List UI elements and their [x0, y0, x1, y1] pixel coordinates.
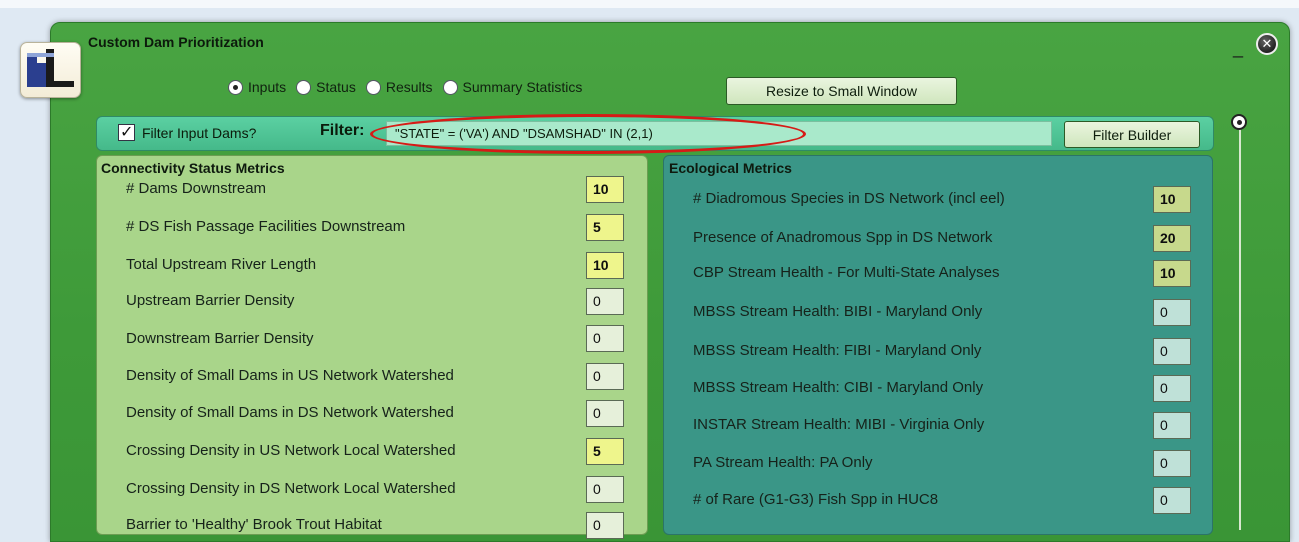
metric-label: # DS Fish Passage Facilities Downstream [126, 218, 406, 235]
metric-value-field[interactable]: 5 [586, 214, 624, 241]
filter-label: Filter: [320, 122, 365, 139]
background-strip [0, 0, 1299, 8]
minimize-icon[interactable]: _ [1231, 39, 1245, 58]
metric-label: Presence of Anadromous Spp in DS Network [693, 229, 993, 246]
metric-value-field[interactable]: 10 [586, 252, 624, 279]
metric-value-field[interactable]: 0 [1153, 487, 1191, 514]
metric-label: INSTAR Stream Health: MIBI - Virginia On… [693, 416, 985, 433]
metric-label: PA Stream Health: PA Only [693, 454, 873, 471]
ecological-panel-title: Ecological Metrics [669, 160, 792, 176]
radio-summary-statistics-label: Summary Statistics [462, 79, 583, 95]
metric-label: # Diadromous Species in DS Network (incl… [693, 190, 1005, 207]
metric-label: Crossing Density in DS Network Local Wat… [126, 480, 456, 497]
scrollbar-track[interactable] [1239, 120, 1241, 530]
metric-label: Total Upstream River Length [126, 256, 317, 273]
connectivity-panel-title: Connectivity Status Metrics [101, 160, 285, 176]
radio-status[interactable]: Status [296, 79, 356, 95]
radio-results-label: Results [385, 79, 433, 95]
metric-label: MBSS Stream Health: FIBI - Maryland Only [693, 342, 982, 359]
metric-value-field[interactable]: 0 [586, 476, 624, 503]
metric-value-field[interactable]: 0 [1153, 412, 1191, 439]
metric-label: Upstream Barrier Density [126, 292, 295, 309]
metric-value-field[interactable]: 10 [1153, 186, 1191, 213]
resize-to-small-window-button[interactable]: Resize to Small Window [726, 77, 957, 105]
metric-label: Density of Small Dams in US Network Wate… [126, 367, 454, 384]
radio-results[interactable]: Results [365, 79, 433, 95]
metric-value-field[interactable]: 10 [1153, 260, 1191, 287]
metric-label: # Dams Downstream [126, 180, 267, 197]
metric-value-field[interactable]: 0 [586, 512, 624, 539]
metric-label: Crossing Density in US Network Local Wat… [126, 442, 456, 459]
metric-label: CBP Stream Health - For Multi-State Anal… [693, 264, 1000, 281]
radio-button-icon[interactable] [296, 79, 312, 95]
annotation-ellipse [370, 114, 806, 154]
radio-button-icon[interactable] [228, 79, 243, 95]
app-logo-icon [20, 42, 81, 98]
metric-value-field[interactable]: 0 [586, 325, 624, 352]
metric-label: # of Rare (G1-G3) Fish Spp in HUC8 [693, 491, 939, 508]
metric-value-field[interactable]: 0 [1153, 375, 1191, 402]
metric-label: Density of Small Dams in DS Network Wate… [126, 404, 454, 421]
filter-builder-button[interactable]: Filter Builder [1064, 121, 1200, 148]
view-radio-group: Inputs Status Results Summary Statistics [228, 79, 592, 95]
close-icon[interactable]: ✕ [1256, 33, 1278, 55]
radio-inputs[interactable]: Inputs [228, 79, 286, 95]
metric-value-field[interactable]: 0 [586, 288, 624, 315]
filter-input-dams-label: Filter Input Dams? [142, 125, 257, 141]
radio-summary-statistics[interactable]: Summary Statistics [442, 79, 583, 95]
scrollbar-thumb[interactable] [1231, 114, 1247, 130]
metric-value-field[interactable]: 20 [1153, 225, 1191, 252]
metric-value-field[interactable]: 0 [1153, 450, 1191, 477]
metric-value-field[interactable]: 0 [1153, 299, 1191, 326]
metric-value-field[interactable]: 5 [586, 438, 624, 465]
metric-value-field[interactable]: 0 [586, 400, 624, 427]
metric-value-field[interactable]: 0 [1153, 338, 1191, 365]
radio-button-icon[interactable] [365, 79, 381, 95]
metric-label: MBSS Stream Health: BIBI - Maryland Only [693, 303, 983, 320]
metric-label: Downstream Barrier Density [126, 330, 314, 347]
radio-status-label: Status [316, 79, 356, 95]
filter-input-dams-checkbox[interactable] [118, 122, 135, 142]
metric-label: MBSS Stream Health: CIBI - Maryland Only [693, 379, 984, 396]
radio-button-icon[interactable] [442, 79, 458, 95]
window-title: Custom Dam Prioritization [88, 34, 264, 50]
radio-inputs-label: Inputs [248, 79, 287, 95]
metric-value-field[interactable]: 0 [586, 363, 624, 390]
metric-value-field[interactable]: 10 [586, 176, 624, 203]
